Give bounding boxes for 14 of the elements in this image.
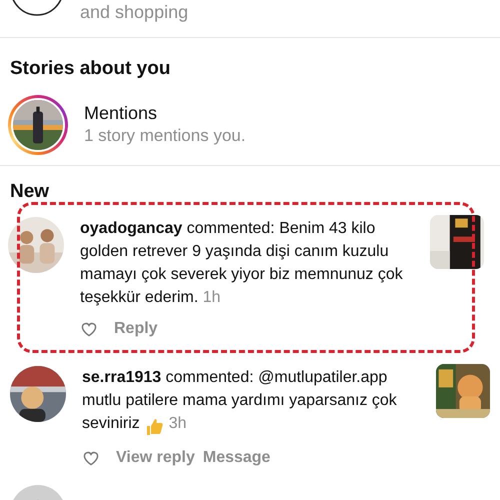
post-thumbnail[interactable] xyxy=(436,364,490,418)
story-title: Mentions xyxy=(84,102,158,125)
like-icon[interactable] xyxy=(80,320,98,337)
story-subtitle: 1 story mentions you. xyxy=(84,125,246,148)
like-icon[interactable] xyxy=(82,450,100,466)
section-title: Stories about you xyxy=(9,57,172,81)
notification-text: and shopping xyxy=(80,3,188,21)
comment-text: oyadogancay commented: Benim 43 kilo golden retrever 9 yaşında dişi canım kuzulu mamayı çok severek yiyor biz memnunuz çok teşekkür ederim. 1h xyxy=(80,219,404,308)
action-link[interactable]: View reply xyxy=(116,446,195,470)
post-thumbnail[interactable] xyxy=(430,215,484,270)
section-title: New xyxy=(9,180,50,204)
comment-text: se.rra1913 commented: @mutlupatiler.app mutlu patilere mama yardımı yaparsanız çok seviniriz 3h xyxy=(82,366,420,438)
action-link[interactable]: Message xyxy=(202,446,270,470)
action-link[interactable]: Reply xyxy=(114,317,158,340)
